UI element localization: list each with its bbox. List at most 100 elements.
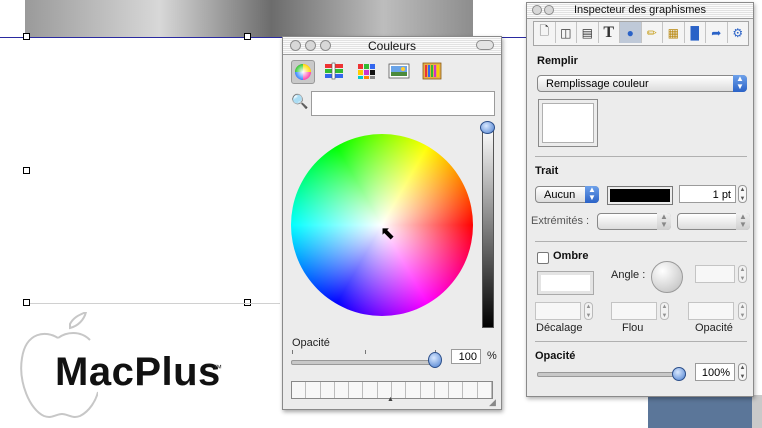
shadow-opacity-field[interactable] (688, 302, 734, 320)
inspector-opacity-slider[interactable] (537, 372, 686, 377)
popup-arrows-icon: ▲ ▼ (657, 213, 671, 230)
opacity-label: Opacité (292, 337, 330, 349)
selection-handle[interactable] (244, 33, 251, 40)
opacity-slider[interactable] (291, 360, 438, 365)
wrap-icon: ▤ (581, 25, 593, 40)
section-divider (535, 156, 747, 157)
layout-inspector-tab[interactable]: ◫ (556, 22, 577, 43)
shadow-angle-label: Angle : (611, 269, 646, 281)
link-icon: ➦ (711, 25, 722, 40)
chart-icon: █ (690, 25, 699, 40)
color-wheel-tab[interactable] (291, 60, 315, 84)
table-icon: ▦ (667, 25, 679, 40)
stroke-width-field[interactable]: 1 pt (679, 185, 736, 203)
shadow-offset-stepper[interactable]: ▲ ▼ (584, 302, 593, 320)
shadow-offset-label: Décalage (536, 322, 583, 334)
quicktime-inspector-tab[interactable]: ⚙ (728, 22, 749, 43)
shadow-angle-knob[interactable] (651, 261, 683, 293)
fill-color-swatch[interactable] (538, 99, 598, 147)
colors-panel: Couleurs 🔍 ⬉ Opacité 100 % ▲ ◢ (282, 36, 502, 410)
shadow-blur-field[interactable] (611, 302, 657, 320)
selection-handle[interactable] (23, 33, 30, 40)
swatch-cell[interactable] (349, 382, 364, 398)
shadow-blur-stepper[interactable]: ▲ ▼ (660, 302, 669, 320)
image-palette-tab[interactable] (388, 60, 410, 82)
swatch-cell[interactable] (449, 382, 464, 398)
inspector-opacity-knob[interactable] (672, 367, 686, 381)
document-inspector-tab[interactable]: 🗋 (534, 22, 556, 43)
fill-type-popup[interactable]: Remplissage couleur ▲ ▼ (537, 75, 747, 92)
crayons-tab[interactable] (421, 60, 443, 82)
color-palettes-tab[interactable] (356, 60, 378, 82)
swatch-expand-arrow-icon[interactable]: ▲ (387, 396, 394, 403)
swatch-cell[interactable] (392, 382, 407, 398)
metrics-inspector-tab[interactable]: ✏ (642, 22, 663, 43)
inspector-opacity-field[interactable]: 100% (695, 363, 735, 381)
shadow-opacity-stepper[interactable]: ▲ ▼ (738, 302, 747, 320)
colors-title: Couleurs (367, 39, 417, 53)
color-palettes-icon (358, 64, 375, 79)
swatch-cell[interactable] (421, 382, 435, 398)
brightness-slider[interactable] (482, 126, 494, 328)
chart-inspector-tab[interactable]: █ (685, 22, 706, 43)
inspector-opacity-stepper[interactable]: ▲ ▼ (738, 363, 747, 381)
colors-titlebar[interactable]: Couleurs (283, 37, 501, 55)
opacity-value-field[interactable]: 100 (451, 349, 481, 364)
inspector-title: Inspecteur des graphismes (573, 4, 707, 16)
inspector-titlebar[interactable]: Inspecteur des graphismes (527, 3, 753, 19)
opacity-unit: % (487, 350, 497, 362)
quicktime-icon: ⚙ (732, 25, 744, 40)
color-sliders-tab[interactable] (323, 60, 345, 82)
stroke-style-popup[interactable]: Aucun ▲ ▼ (535, 186, 599, 203)
stroke-section-label: Trait (535, 165, 559, 177)
color-search-input[interactable] (311, 91, 495, 116)
start-endpoint-popup[interactable]: ▲ ▼ (597, 213, 671, 230)
trademark-symbol: ™ (213, 363, 222, 373)
link-inspector-tab[interactable]: ➦ (706, 22, 728, 43)
fill-section-label: Remplir (537, 55, 578, 67)
resize-grip-icon[interactable]: ◢ (489, 397, 496, 408)
text-inspector-tab[interactable]: T (599, 22, 620, 43)
opacity-slider-knob[interactable] (428, 352, 442, 368)
background-window-edge (752, 395, 762, 428)
wrap-inspector-tab[interactable]: ▤ (577, 22, 599, 43)
shadow-checkbox[interactable] (537, 252, 549, 264)
fill-type-value: Remplissage couleur (546, 78, 649, 90)
ruler-icon: ✏ (646, 25, 657, 40)
swatch-cell[interactable] (435, 382, 450, 398)
swatch-cell[interactable] (335, 382, 350, 398)
stroke-width-stepper[interactable]: ▲ ▼ (738, 185, 747, 203)
shadow-color-well[interactable] (537, 271, 594, 295)
crayons-icon (422, 62, 442, 80)
table-inspector-tab[interactable]: ▦ (663, 22, 685, 43)
brightness-slider-knob[interactable] (480, 121, 495, 134)
document-divider (30, 303, 280, 304)
endpoints-label: Extrémités : (531, 215, 590, 227)
swatch-cell[interactable] (478, 382, 492, 398)
swatch-cell[interactable] (406, 382, 421, 398)
document-photo[interactable] (25, 0, 473, 37)
section-divider (535, 341, 747, 342)
popup-arrows-icon: ▲ ▼ (585, 186, 599, 203)
arrow-cursor-icon: ⬉ (380, 223, 396, 243)
macplus-logo-text: MacPlus (55, 350, 221, 394)
swatch-cell[interactable] (306, 382, 321, 398)
opacity-tick (292, 350, 293, 354)
shadow-section-label: Ombre (553, 250, 589, 262)
color-wheel-icon (295, 64, 311, 80)
selection-handle[interactable] (23, 299, 30, 306)
shadow-opacity-label: Opacité (695, 322, 733, 334)
selection-handle[interactable] (23, 167, 30, 174)
stroke-style-value: Aucun (544, 189, 576, 201)
end-endpoint-popup[interactable]: ▲ ▼ (677, 213, 750, 230)
toolbar-toggle-button[interactable] (476, 40, 494, 50)
swatch-cell[interactable] (463, 382, 478, 398)
swatch-cell[interactable] (321, 382, 335, 398)
shadow-angle-field[interactable] (695, 265, 735, 283)
swatch-cell[interactable] (292, 382, 307, 398)
shadow-angle-stepper[interactable]: ▲ ▼ (738, 265, 747, 283)
stroke-color-well[interactable] (607, 186, 673, 205)
swatch-cell[interactable] (363, 382, 378, 398)
graphic-inspector-tab[interactable]: ● (620, 22, 642, 43)
shadow-offset-field[interactable] (535, 302, 581, 320)
